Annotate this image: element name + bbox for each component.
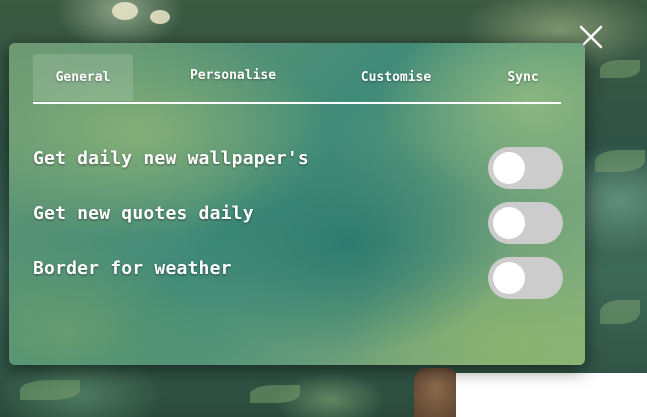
tab-general[interactable]: General — [33, 54, 133, 101]
flower-decoration — [150, 10, 170, 24]
leaf-decoration — [600, 300, 640, 324]
weather-border-toggle[interactable] — [488, 257, 563, 299]
setting-label: Border for weather — [33, 258, 232, 279]
tab-sync[interactable]: Sync — [493, 54, 553, 101]
toggle-knob — [493, 152, 525, 184]
setting-label: Get daily new wallpaper's — [33, 148, 309, 169]
tab-customise[interactable]: Customise — [339, 54, 453, 101]
setting-label: Get new quotes daily — [33, 203, 254, 224]
settings-panel: General Personalise Customise Sync Get d… — [9, 43, 585, 365]
settings-tabs: General Personalise Customise Sync — [33, 54, 561, 104]
setting-row-daily-quotes: Get new quotes daily — [33, 200, 563, 244]
toggle-knob — [493, 262, 525, 294]
daily-wallpaper-toggle[interactable] — [488, 147, 563, 189]
daily-quotes-toggle[interactable] — [488, 202, 563, 244]
toggle-knob — [493, 207, 525, 239]
blank-area — [456, 373, 647, 417]
character-decoration — [414, 368, 458, 417]
setting-row-weather-border: Border for weather — [33, 255, 563, 299]
tab-personalise[interactable]: Personalise — [173, 52, 293, 99]
setting-row-daily-wallpaper: Get daily new wallpaper's — [33, 145, 563, 189]
flower-decoration — [112, 2, 138, 20]
leaf-decoration — [250, 385, 300, 403]
leaf-decoration — [600, 60, 640, 78]
leaf-decoration — [20, 380, 80, 400]
leaf-decoration — [595, 150, 645, 172]
